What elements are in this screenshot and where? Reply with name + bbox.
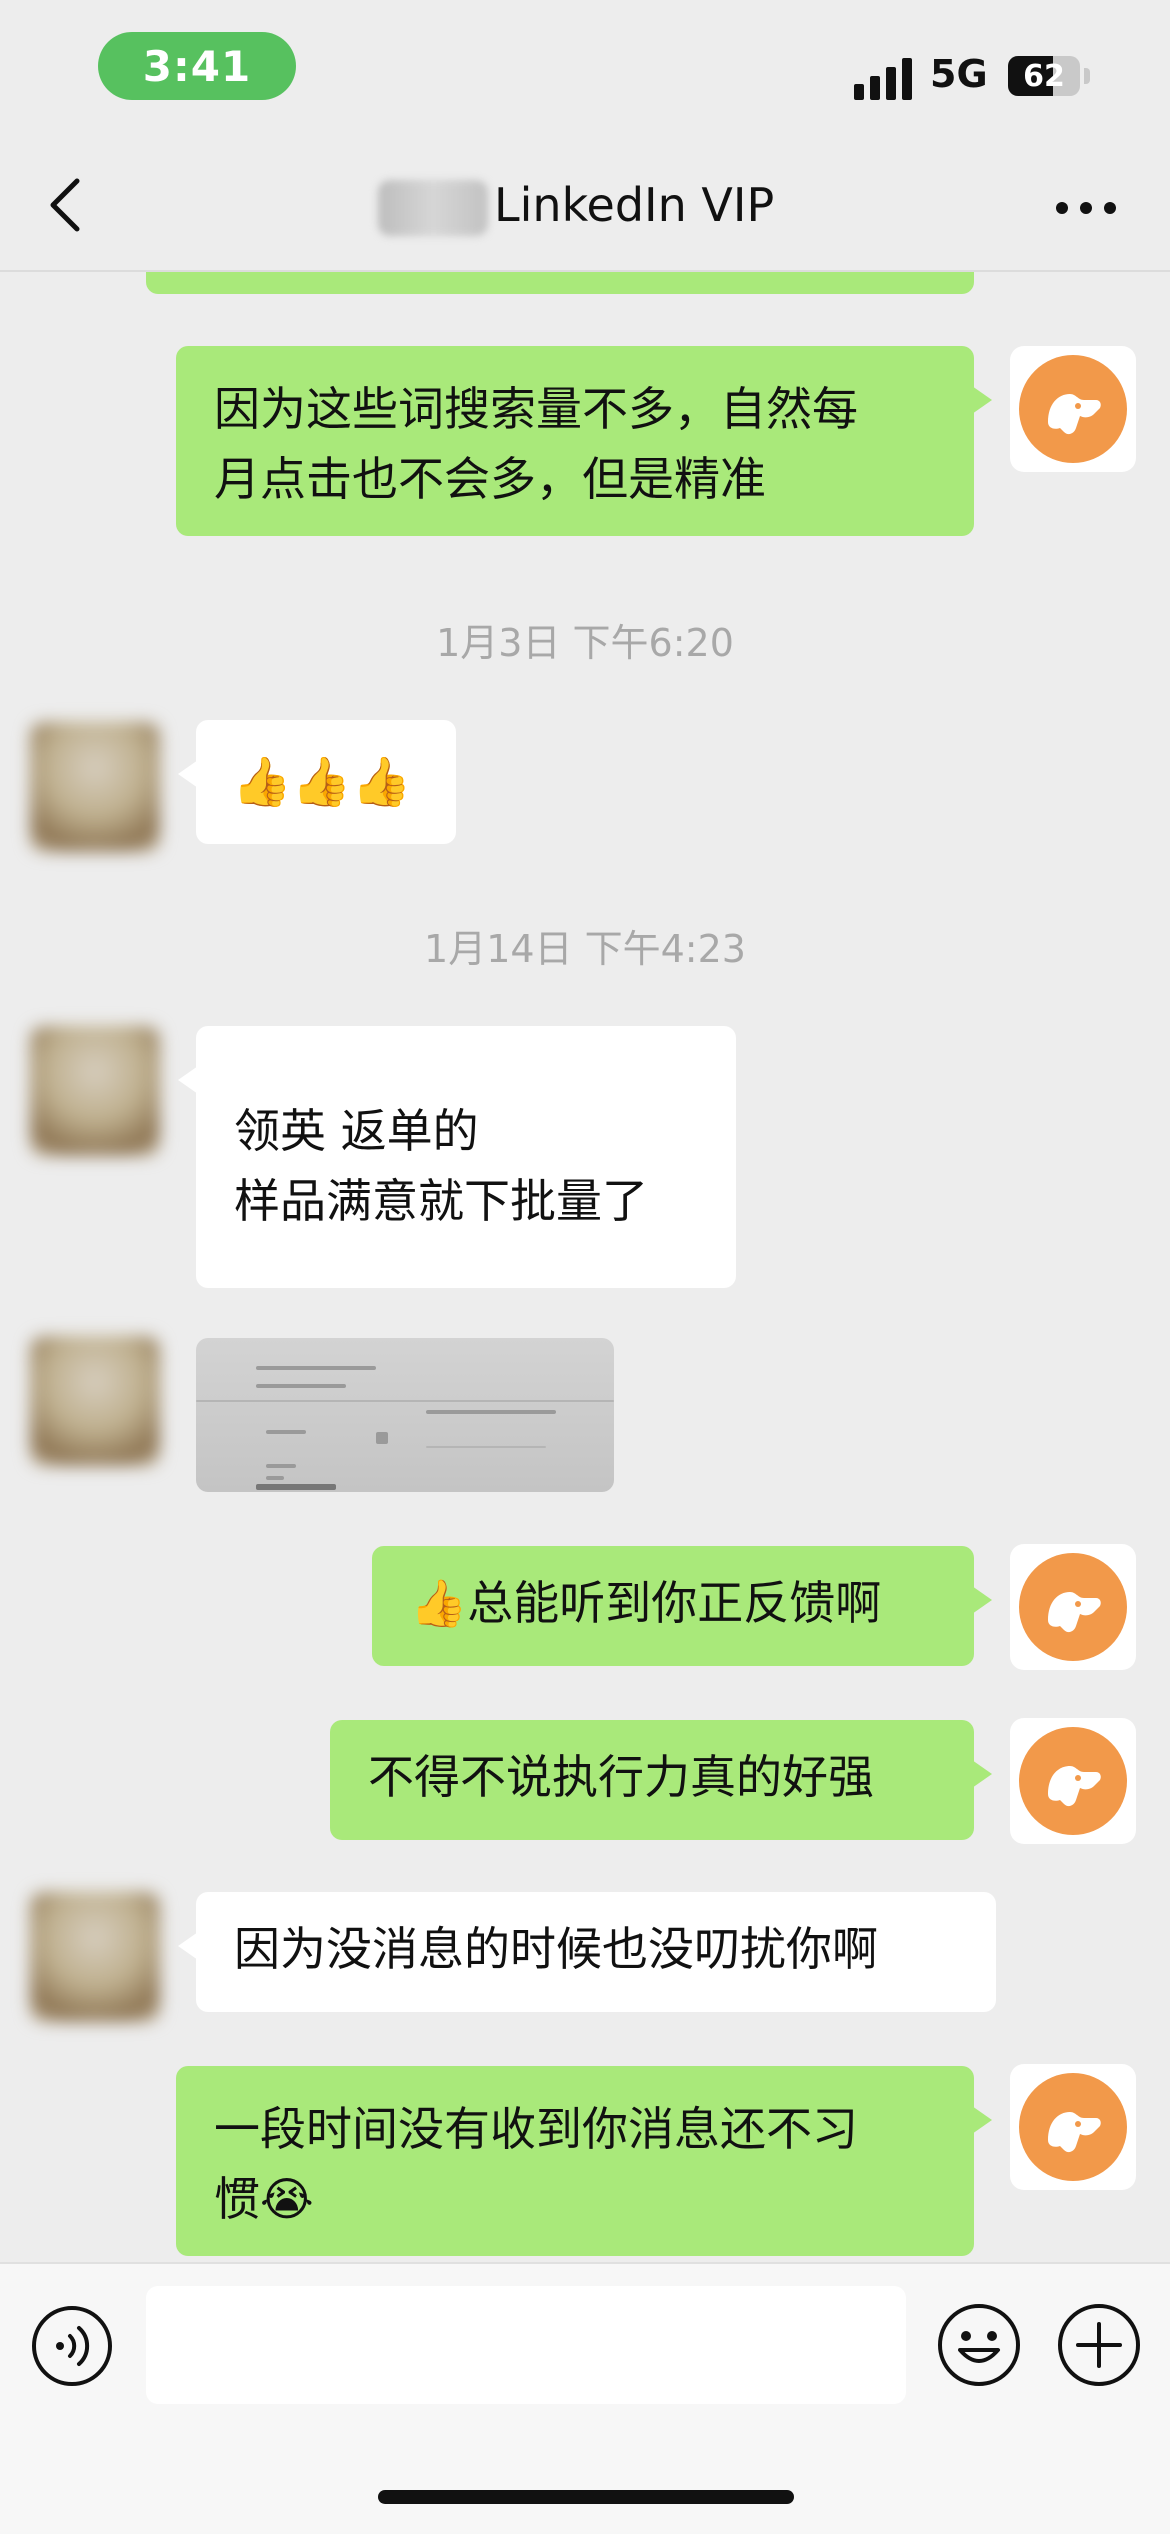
clipped-message	[146, 272, 974, 294]
my-avatar[interactable]	[1010, 2064, 1136, 2190]
redacted-name	[378, 180, 488, 236]
ellipsis-icon	[1056, 202, 1116, 214]
contact-avatar[interactable]	[30, 1026, 160, 1156]
battery-icon: 62	[1008, 56, 1080, 96]
timestamp: 1月14日 下午4:23	[424, 927, 746, 971]
my-avatar[interactable]	[1010, 1544, 1136, 1670]
smiley-icon	[938, 2304, 1020, 2386]
battery-tip	[1084, 68, 1090, 84]
back-button[interactable]	[30, 170, 100, 240]
battery-level: 62	[1023, 58, 1065, 94]
network-type: 5G	[930, 52, 988, 96]
home-indicator	[378, 2490, 794, 2504]
dog-logo-icon	[1019, 1727, 1127, 1835]
emoji-button[interactable]	[936, 2302, 1022, 2388]
message-input[interactable]	[146, 2286, 906, 2404]
image-message[interactable]	[196, 1338, 614, 1492]
message-bubble-in[interactable]: 领英 返单的 样品满意就下批量了	[178, 1026, 736, 1288]
voice-icon	[32, 2306, 112, 2386]
status-time: 3:41	[98, 32, 296, 100]
dog-logo-icon	[1019, 2073, 1127, 2181]
more-button[interactable]	[1048, 180, 1124, 236]
message-bubble-in[interactable]: 👍👍👍	[178, 720, 456, 844]
my-avatar[interactable]	[1010, 1718, 1136, 1844]
chat-title: LinkedIn VIP	[494, 178, 775, 232]
contact-avatar[interactable]	[30, 1892, 160, 2022]
dog-logo-icon	[1019, 355, 1127, 463]
voice-button[interactable]	[30, 2304, 114, 2388]
plus-icon	[1058, 2304, 1140, 2386]
message-bubble-out[interactable]: 一段时间没有收到你消息还不习 惯😭	[176, 2066, 992, 2256]
signal-icon	[854, 58, 912, 100]
message-bubble-out[interactable]: 👍总能听到你正反馈啊	[372, 1546, 992, 1666]
dog-logo-icon	[1019, 1553, 1127, 1661]
message-bubble-out[interactable]: 因为这些词搜索量不多，自然每 月点击也不会多，但是精准	[176, 346, 992, 536]
message-bubble-out[interactable]: 不得不说执行力真的好强	[330, 1720, 992, 1840]
timestamp: 1月3日 下午6:20	[436, 621, 734, 665]
plus-button[interactable]	[1056, 2302, 1142, 2388]
my-avatar[interactable]	[1010, 346, 1136, 472]
contact-avatar[interactable]	[30, 722, 160, 852]
message-bubble-in[interactable]: 因为没消息的时候也没叨扰你啊	[178, 1892, 996, 2012]
chevron-left-icon	[50, 178, 80, 232]
contact-avatar[interactable]	[30, 1336, 160, 1466]
